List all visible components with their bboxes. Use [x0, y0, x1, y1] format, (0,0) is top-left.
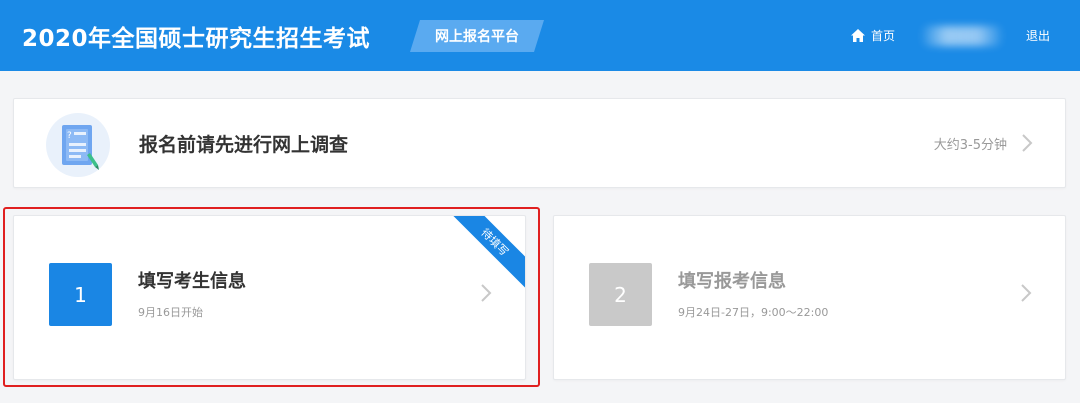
- step-schedule: 9月24日-27日，9:00～22:00: [678, 306, 829, 319]
- chevron-right-icon: [1018, 282, 1034, 304]
- step-title: 填写考生信息: [138, 271, 246, 292]
- step-card-fill-application-info[interactable]: 2 填写报考信息 9月24日-27日，9:00～22:00: [553, 215, 1066, 380]
- status-ribbon: 待填写: [444, 216, 525, 293]
- home-icon: [851, 28, 865, 42]
- step-number-badge: 1: [49, 263, 112, 326]
- home-link-label: 首页: [871, 28, 896, 43]
- step-number-badge: 2: [589, 263, 652, 326]
- platform-tag-label: 网上报名平台: [435, 29, 519, 45]
- platform-tag: 网上报名平台: [410, 20, 544, 52]
- home-link[interactable]: 首页: [850, 26, 895, 44]
- survey-title: 报名前请先进行网上调查: [139, 134, 349, 156]
- survey-duration: 大约3-5分钟: [933, 138, 1007, 153]
- survey-document-icon: ?: [46, 113, 110, 177]
- chevron-right-icon: [1019, 132, 1035, 154]
- chevron-right-icon: [478, 282, 494, 304]
- survey-card[interactable]: ? 报名前请先进行网上调查 大约3-5分钟: [13, 98, 1066, 188]
- step-schedule: 9月16日开始: [138, 306, 203, 319]
- svg-text:?: ?: [67, 131, 72, 141]
- page-title: 2020年全国硕士研究生招生考试: [22, 26, 371, 52]
- top-navigation-bar: 2020年全国硕士研究生招生考试 网上报名平台 首页 退出: [0, 0, 1080, 71]
- username: [920, 26, 1000, 44]
- step-title: 填写报考信息: [678, 271, 786, 292]
- step-card-fill-candidate-info[interactable]: 1 填写考生信息 9月16日开始 待填写: [13, 215, 526, 380]
- logout-link[interactable]: 退出: [1026, 26, 1050, 44]
